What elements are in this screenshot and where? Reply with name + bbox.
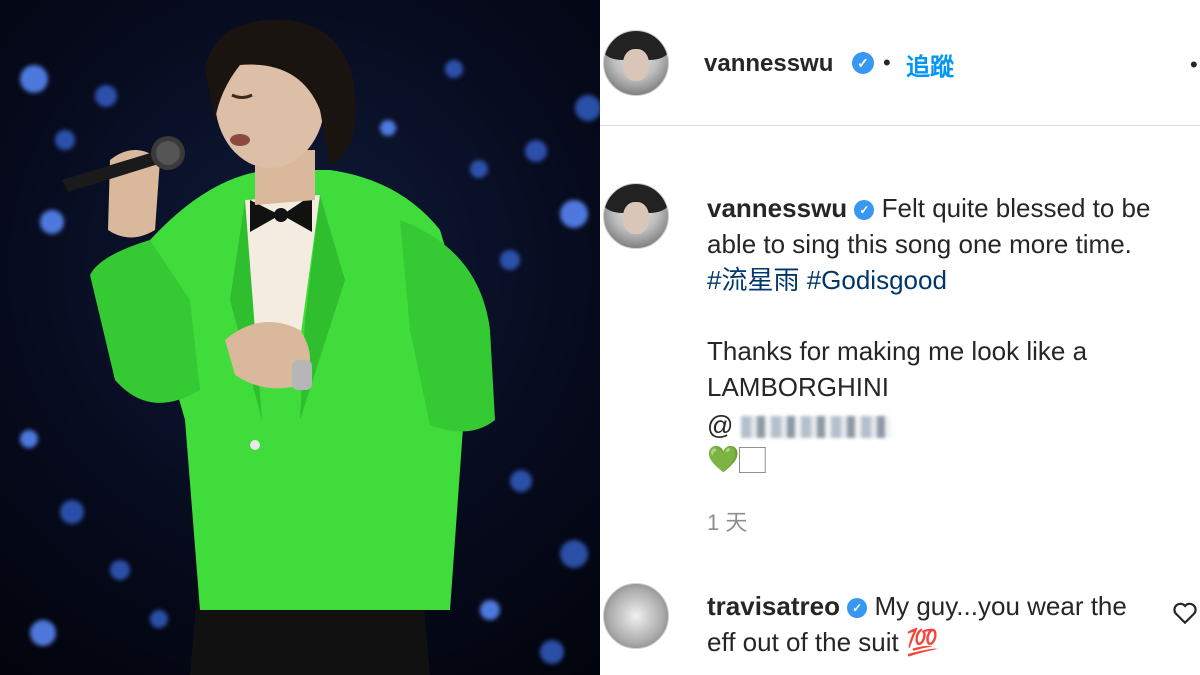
hashtag-link[interactable]: #Godisgood xyxy=(807,265,947,295)
caption-thanks-line2: LAMBORGHINI xyxy=(707,372,890,402)
more-options-icon[interactable]: • xyxy=(1190,52,1198,78)
verified-badge-icon: ✓ xyxy=(847,598,868,618)
author-avatar[interactable] xyxy=(603,30,669,96)
follow-button[interactable]: 追蹤 xyxy=(906,47,954,82)
post-header: vannesswu ✓ • 追蹤 • xyxy=(600,0,1200,126)
author-username[interactable]: vannesswu xyxy=(704,50,833,78)
mention-link[interactable]: @ xyxy=(707,407,891,443)
verified-badge-icon: ✓ xyxy=(854,200,875,220)
post-photo[interactable] xyxy=(0,0,600,675)
heart-outline-icon[interactable] xyxy=(1172,600,1198,626)
hashtag-link[interactable]: #流星雨 xyxy=(707,265,799,295)
caption-author-username[interactable]: vannesswu xyxy=(707,193,847,223)
caption-emoji: 💚🏻 xyxy=(707,444,766,474)
verified-badge-icon: ✓ xyxy=(852,52,874,74)
commenter-avatar[interactable] xyxy=(603,583,669,649)
post-timestamp[interactable]: 1 天 xyxy=(707,505,747,537)
blurred-mention-name xyxy=(740,416,891,439)
comment-author-username[interactable]: travisatreo xyxy=(707,591,840,621)
instagram-post-panel: vannesswu ✓ • 追蹤 • vannesswu ✓ Felt quit… xyxy=(600,0,1200,675)
comment: travisatreo ✓ My guy...you wear the eff … xyxy=(707,588,1137,660)
mention-prefix: @ xyxy=(707,410,734,440)
caption-author-avatar[interactable] xyxy=(603,183,669,249)
caption-thanks-line1: Thanks for making me look like a xyxy=(707,336,1088,366)
separator-dot: • xyxy=(883,50,891,75)
post-caption: vannesswu ✓ Felt quite blessed to be abl… xyxy=(707,190,1192,298)
singer-illustration xyxy=(62,19,495,675)
